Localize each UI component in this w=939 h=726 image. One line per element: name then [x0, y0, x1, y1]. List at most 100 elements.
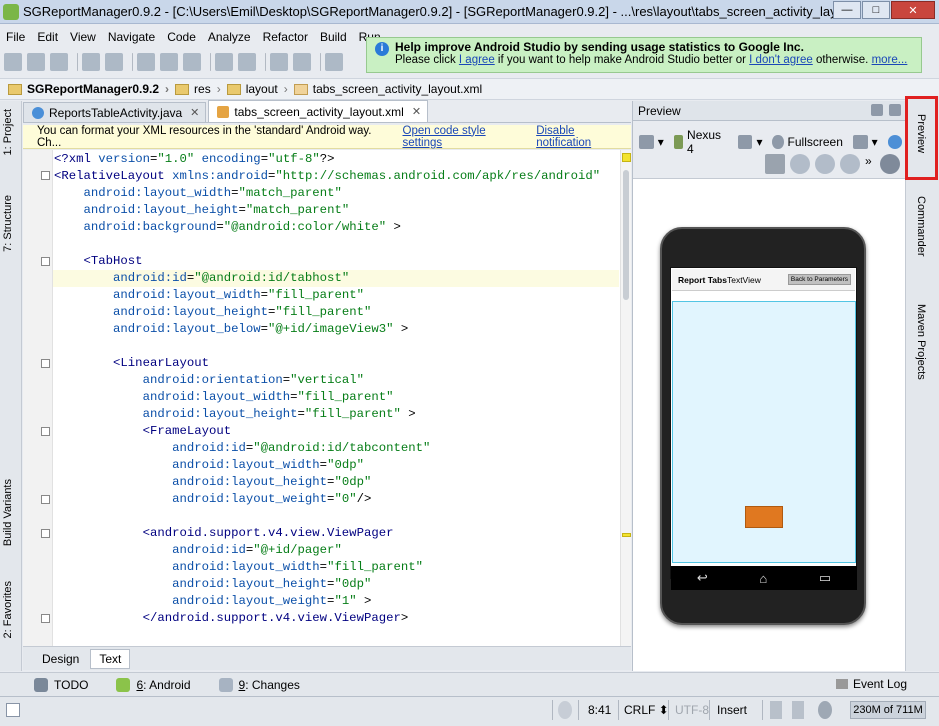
- fold-marker-icon[interactable]: [41, 614, 50, 623]
- cut-icon[interactable]: [137, 53, 155, 71]
- minimize-button[interactable]: —: [833, 1, 861, 19]
- copy-icon[interactable]: [160, 53, 178, 71]
- chevron-down-icon[interactable]: ▾: [658, 135, 664, 149]
- breadcrumb-layout[interactable]: layout ›: [226, 82, 288, 96]
- code-line[interactable]: android:layout_width="fill_parent": [53, 389, 619, 406]
- memory-indicator[interactable]: 230M of 711M: [850, 701, 926, 719]
- disable-notification-link[interactable]: Disable notification: [536, 125, 631, 149]
- code-line[interactable]: <TabHost: [53, 253, 619, 270]
- find-icon[interactable]: [215, 53, 233, 71]
- paste-icon[interactable]: [183, 53, 201, 71]
- encoding-selector[interactable]: UTF-8: [675, 701, 709, 719]
- close-tab-icon[interactable]: ✕: [412, 105, 421, 118]
- code-line[interactable]: android:layout_below="@+id/imageView3" >: [53, 321, 619, 338]
- undo-icon[interactable]: [82, 53, 100, 71]
- code-line[interactable]: android:layout_width="fill_parent": [53, 287, 619, 304]
- back-to-parameters-button[interactable]: Back to Parameters: [787, 274, 851, 285]
- fold-marker-icon[interactable]: [41, 495, 50, 504]
- menu-build[interactable]: Build: [314, 30, 353, 44]
- orientation-icon[interactable]: [737, 135, 753, 149]
- breadcrumb-project[interactable]: SGReportManager0.9.2 ›: [8, 82, 169, 96]
- background-tasks-icon[interactable]: [558, 701, 572, 719]
- tool-tab-favorites[interactable]: 2: Favorites: [2, 581, 14, 638]
- tool-tab-structure[interactable]: 7: Structure: [2, 195, 14, 252]
- code-editor[interactable]: <?xml version="1.0" encoding="utf-8"?> <R…: [23, 150, 631, 646]
- nav-recent-icon[interactable]: ▭: [819, 570, 831, 586]
- fold-marker-icon[interactable]: [41, 359, 50, 368]
- scrollbar-thumb[interactable]: [623, 170, 629, 300]
- code-line[interactable]: [53, 338, 619, 355]
- chevron-down-icon[interactable]: ▾: [756, 135, 762, 149]
- tab-text[interactable]: Text: [90, 648, 131, 669]
- code-line[interactable]: <?xml version="1.0" encoding="utf-8"?>: [53, 151, 619, 168]
- maximize-button[interactable]: □: [862, 1, 890, 19]
- menu-view[interactable]: View: [64, 30, 102, 44]
- back-icon[interactable]: [270, 53, 288, 71]
- zoom-to-fit-icon[interactable]: [765, 154, 785, 174]
- tab-design[interactable]: Design: [33, 649, 88, 669]
- forward-icon[interactable]: [293, 53, 311, 71]
- menu-analyze[interactable]: Analyze: [202, 30, 257, 44]
- locale-icon[interactable]: [887, 135, 903, 149]
- menu-edit[interactable]: Edit: [31, 30, 64, 44]
- fold-marker-icon[interactable]: [41, 257, 50, 266]
- close-button[interactable]: ✕: [891, 1, 935, 19]
- chevron-down-icon[interactable]: ▾: [872, 135, 878, 149]
- tab-reports-table-activity[interactable]: ReportsTableActivity.java ✕: [23, 102, 207, 122]
- editor-scrollbar[interactable]: [620, 150, 631, 646]
- code-line[interactable]: <RelativeLayout xmlns:android="http://sc…: [53, 168, 619, 185]
- insert-mode[interactable]: Insert: [717, 701, 747, 719]
- code-line[interactable]: android:layout_width="match_parent": [53, 185, 619, 202]
- code-line[interactable]: <android.support.v4.view.ViewPager: [53, 525, 619, 542]
- warning-marker-icon[interactable]: [622, 153, 631, 162]
- more-link[interactable]: more...: [872, 54, 908, 66]
- tool-tab-commander[interactable]: Commander: [915, 196, 927, 257]
- code-content[interactable]: <?xml version="1.0" encoding="utf-8"?> <R…: [53, 151, 619, 627]
- device-selector[interactable]: Nexus 4: [687, 128, 728, 156]
- fold-marker-icon[interactable]: [41, 529, 50, 538]
- tool-tab-project[interactable]: 1: Project: [2, 109, 14, 155]
- zoom-in-icon[interactable]: [815, 154, 835, 174]
- menu-file[interactable]: File: [0, 30, 31, 44]
- code-line[interactable]: android:layout_height="0dp": [53, 576, 619, 593]
- caret-position[interactable]: 8:41: [588, 701, 611, 719]
- code-line[interactable]: android:layout_width="fill_parent": [53, 559, 619, 576]
- gear-icon[interactable]: [871, 104, 883, 116]
- code-line[interactable]: android:layout_weight="0"/>: [53, 491, 619, 508]
- close-tab-icon[interactable]: ✕: [190, 106, 199, 119]
- make-project-icon[interactable]: [325, 53, 343, 71]
- code-line[interactable]: android:background="@android:color/white…: [53, 219, 619, 236]
- more-icon[interactable]: »: [865, 154, 875, 174]
- activity-icon[interactable]: [852, 135, 868, 149]
- code-line[interactable]: android:layout_height="fill_parent": [53, 304, 619, 321]
- menu-navigate[interactable]: Navigate: [102, 30, 161, 44]
- settings-icon[interactable]: [880, 154, 900, 174]
- sync-icon[interactable]: [50, 53, 68, 71]
- code-line[interactable]: android:layout_width="0dp": [53, 457, 619, 474]
- line-separator-selector[interactable]: CRLF ⬍: [624, 701, 669, 719]
- warning-stripe-icon[interactable]: [622, 533, 631, 537]
- i-agree-link[interactable]: I agree: [459, 54, 495, 66]
- config-icon[interactable]: [639, 135, 654, 149]
- code-line[interactable]: <LinearLayout: [53, 355, 619, 372]
- event-log-button[interactable]: Event Log: [835, 677, 907, 691]
- fold-marker-icon[interactable]: [41, 171, 50, 180]
- breadcrumb-res[interactable]: res ›: [175, 82, 221, 96]
- i-dont-agree-link[interactable]: I don't agree: [749, 54, 813, 66]
- replace-icon[interactable]: [238, 53, 256, 71]
- tool-tab-todo[interactable]: TODO: [34, 677, 88, 692]
- tool-tab-android[interactable]: 6: Android: [116, 677, 191, 692]
- zoom-actual-icon[interactable]: [790, 154, 810, 174]
- hector-icon[interactable]: [818, 701, 832, 719]
- tab-tabs-screen-layout[interactable]: tabs_screen_activity_layout.xml ✕: [208, 100, 429, 122]
- code-line[interactable]: [53, 508, 619, 525]
- tool-windows-toggle-icon[interactable]: [6, 703, 20, 717]
- redo-icon[interactable]: [105, 53, 123, 71]
- menu-code[interactable]: Code: [161, 30, 202, 44]
- zoom-out-icon[interactable]: [840, 154, 860, 174]
- code-line[interactable]: </android.support.v4.view.ViewPager>: [53, 610, 619, 627]
- code-line[interactable]: android:layout_height="match_parent": [53, 202, 619, 219]
- tool-tab-changes[interactable]: 9: Changes: [218, 677, 300, 692]
- tool-tab-build-variants[interactable]: Build Variants: [2, 479, 14, 546]
- menu-refactor[interactable]: Refactor: [257, 30, 314, 44]
